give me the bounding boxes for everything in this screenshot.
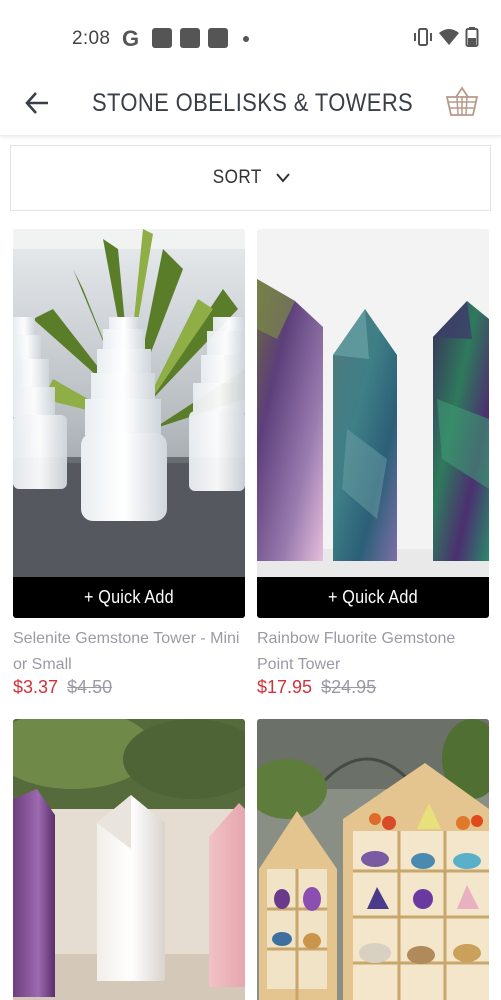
- original-price: $4.50: [67, 677, 113, 697]
- product-card[interactable]: + Quick Add Selenite Gemstone Tower - Mi…: [13, 229, 245, 697]
- sort-button[interactable]: SORT: [10, 145, 491, 211]
- product-image[interactable]: [257, 719, 489, 1000]
- sort-label: SORT: [213, 167, 262, 188]
- crystal-points-photo: [13, 719, 245, 1000]
- product-image[interactable]: [13, 719, 245, 1000]
- sale-price: $17.95: [257, 677, 313, 697]
- product-card[interactable]: [257, 719, 489, 1000]
- notification-icon: [208, 28, 228, 48]
- quick-add-label: + Quick Add: [84, 587, 174, 607]
- product-price: $17.95 $24.95: [257, 677, 376, 698]
- product-image[interactable]: [13, 229, 245, 577]
- product-card[interactable]: [13, 719, 245, 1000]
- arrow-left-icon: [25, 92, 48, 114]
- cart-button[interactable]: [440, 80, 484, 124]
- page-title: STONE OBELISKS & TOWERS: [92, 89, 414, 117]
- quick-add-button[interactable]: + Quick Add: [13, 577, 245, 618]
- product-image[interactable]: [257, 229, 489, 577]
- battery-icon: [465, 27, 479, 47]
- product-card[interactable]: + Quick Add Rainbow Fluorite Gemstone Po…: [257, 229, 489, 697]
- sale-price: $3.37: [13, 677, 59, 697]
- product-price: $3.37 $4.50: [13, 677, 112, 698]
- quick-add-label: + Quick Add: [328, 587, 418, 607]
- chevron-down-icon: [275, 173, 290, 183]
- notification-icon: [152, 28, 172, 48]
- google-icon: G: [122, 26, 140, 51]
- app-header: STONE OBELISKS & TOWERS: [0, 78, 501, 136]
- status-time: 2:08: [72, 28, 111, 49]
- selenite-tower-photo: [13, 229, 245, 577]
- quick-add-button[interactable]: + Quick Add: [257, 577, 489, 618]
- wifi-icon: [439, 29, 459, 45]
- basket-icon: [445, 86, 479, 116]
- product-name[interactable]: Rainbow Fluorite Gemstone Point Tower: [257, 626, 489, 678]
- product-name[interactable]: Selenite Gemstone Tower - Mini or Small: [13, 626, 245, 678]
- more-notifications-icon: [243, 36, 249, 42]
- back-button[interactable]: [20, 86, 54, 120]
- notification-icon: [180, 28, 200, 48]
- original-price: $24.95: [321, 677, 377, 697]
- status-bar: 2:08 G: [0, 0, 501, 78]
- crystal-shelf-photo: [257, 719, 489, 1000]
- fluorite-tower-photo: [257, 229, 489, 577]
- vibrate-icon: [414, 28, 432, 46]
